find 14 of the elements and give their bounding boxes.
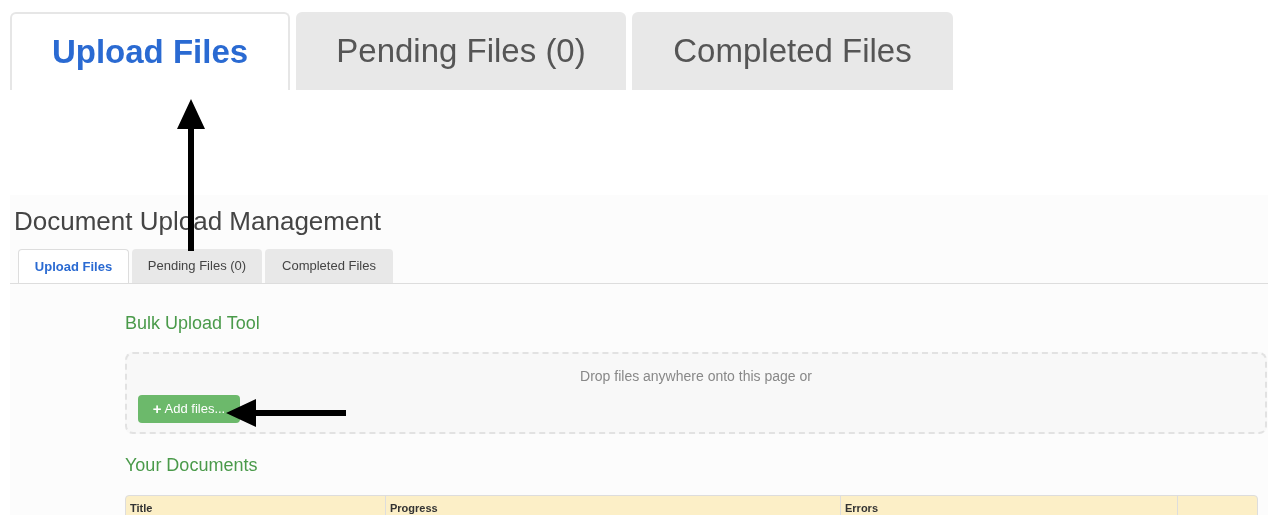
tab[interactable]: Upload Files: [18, 249, 129, 283]
column-header: Errors: [841, 496, 1178, 515]
tab[interactable]: Completed Files: [632, 12, 953, 90]
section-heading: Your Documents: [125, 454, 259, 476]
left-arrow-icon: [226, 398, 346, 428]
section-heading: Bulk Upload Tool: [125, 312, 261, 334]
drop-zone[interactable]: Drop files anywhere onto this page or + Add files...: [125, 352, 1267, 434]
tab[interactable]: Completed Files: [265, 249, 393, 283]
column-header: Title: [126, 496, 386, 515]
column-header: Progress: [386, 496, 841, 515]
tab[interactable]: Upload Files: [10, 12, 290, 90]
drop-instructions: Drop files anywhere onto this page or: [579, 367, 813, 386]
tab[interactable]: Pending Files (0): [132, 249, 262, 283]
tab[interactable]: Pending Files (0): [296, 12, 626, 90]
